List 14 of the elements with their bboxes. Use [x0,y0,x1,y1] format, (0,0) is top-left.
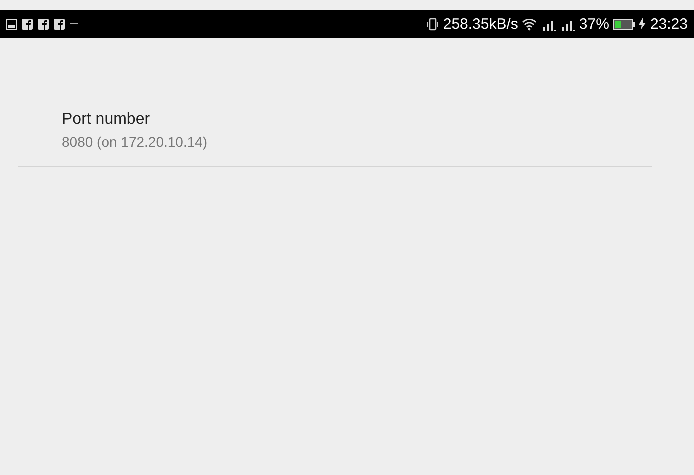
wifi-icon [522,18,538,30]
dash-icon [70,23,78,25]
network-speed: 258.35kB/s [443,16,518,32]
facebook-icon [38,18,49,30]
battery-percent: 37% [579,16,610,32]
clock: 23:23 [650,16,688,32]
preference-title[interactable]: Port number [62,110,652,130]
charging-icon [639,18,646,30]
image-icon [6,18,17,30]
facebook-icon [22,18,33,30]
facebook-icon [54,18,65,30]
preference-summary: 8080 (on 172.20.10.14) [62,133,209,152]
vibrate-icon [427,18,440,30]
battery-icon [613,18,636,30]
